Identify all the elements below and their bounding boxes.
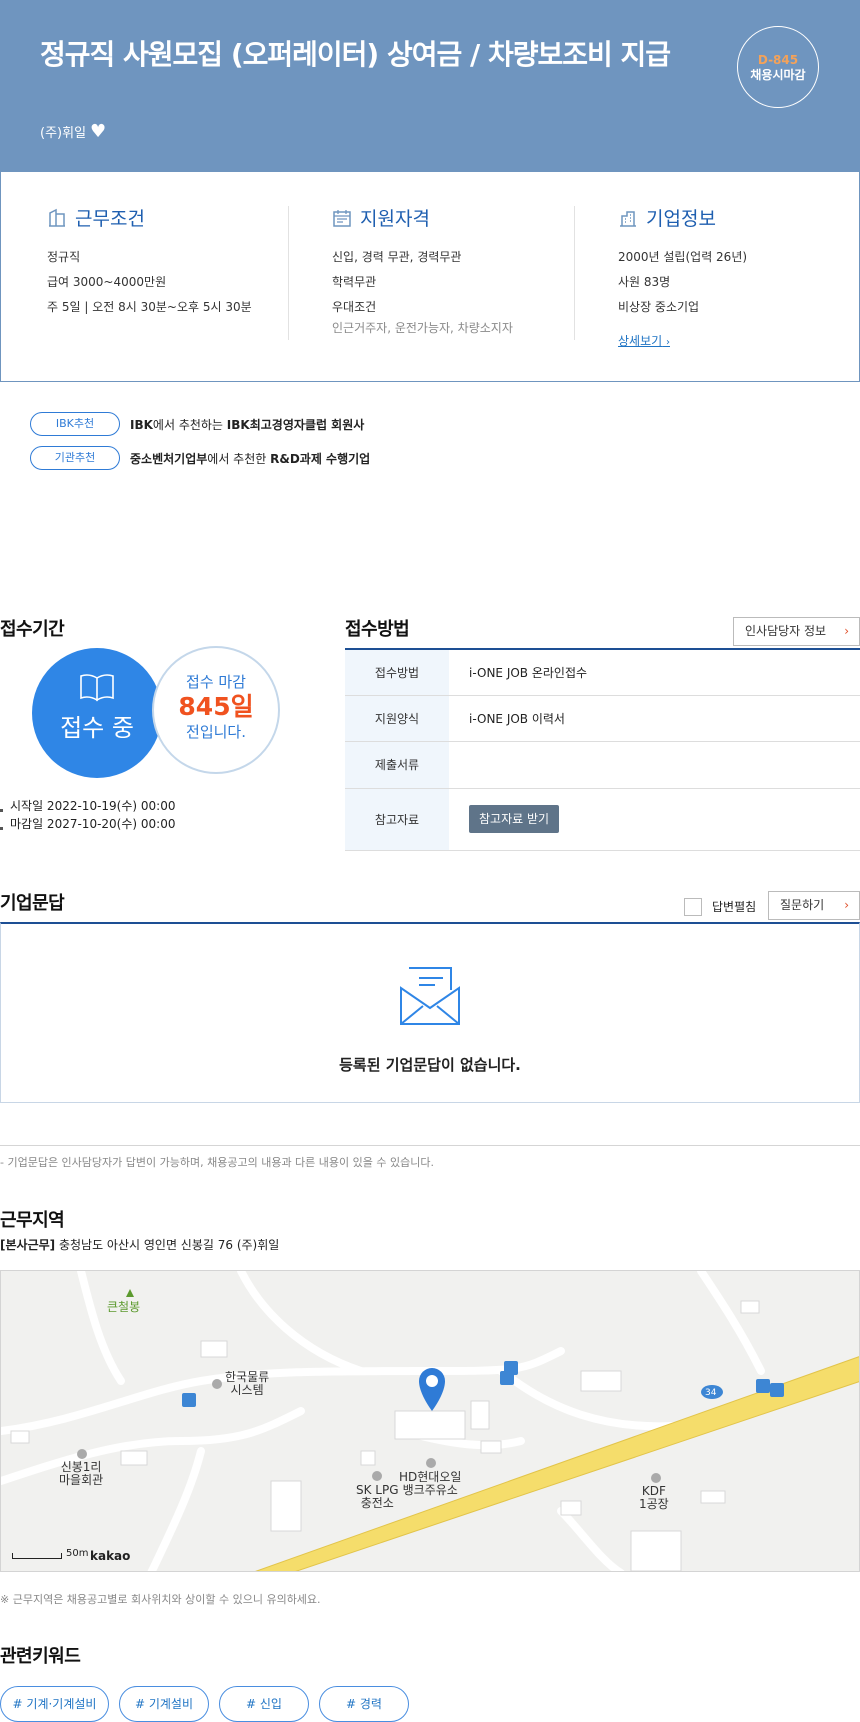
heart-icon[interactable]: ♥ <box>90 122 106 140</box>
calendar-icon <box>333 209 351 227</box>
map-label-peak: 큰철봉 <box>107 1300 141 1314</box>
map-provider: kakao <box>90 1549 131 1563</box>
company-name-row: (주)휘일 ♥ <box>40 122 106 141</box>
qualifications-label: 지원자격 <box>360 208 430 230</box>
divider <box>288 206 289 340</box>
book-icon <box>80 674 114 702</box>
divider <box>574 206 575 340</box>
deadline-days: 845일 <box>178 692 254 721</box>
keywords-title: 관련키워드 <box>0 1646 81 1667</box>
hr-info-button[interactable]: 인사담당자 정보 › <box>733 617 860 646</box>
company-founded: 2000년 설립(업력 26년) <box>618 250 748 264</box>
company-detail-link[interactable]: 상세보기 › <box>618 332 670 349</box>
map[interactable]: 큰철봉 한국물류 시스템 신봉1리 마을회관 HD현대오일 뱅크주유소 SK L… <box>0 1270 860 1572</box>
work-conditions-label: 근무조건 <box>75 208 145 230</box>
table-row: 참고자료 참고자료 받기 <box>345 788 860 851</box>
qa-empty-message: 등록된 기업문답이 없습니다. <box>339 1056 521 1074</box>
deadline-pre: 접수 마감 <box>186 673 246 691</box>
location-note: ※ 근무지역은 채용공고별로 회사위치와 상이할 수 있으니 유의하세요. <box>0 1593 321 1606</box>
office-icon <box>620 210 636 227</box>
map-label-lpg: SK LPG 충전소 <box>356 1483 399 1510</box>
work-conditions: 근무조건 정규직 급여 3000~4000만원 주 5일 | 오전 8시 30분… <box>47 204 297 320</box>
dday-count: D-845 <box>757 53 799 67</box>
deadline-circle: 접수 마감 845일 전입니다. <box>152 646 280 774</box>
keyword-tag[interactable]: # 기계설비 <box>119 1686 209 1722</box>
building-icon <box>49 208 65 227</box>
company-type: 비상장 중소기업 <box>618 300 700 314</box>
summary-box: 근무조건 정규직 급여 3000~4000만원 주 5일 | 오전 8시 30분… <box>0 172 860 382</box>
map-label-gas-station: HD현대오일 뱅크주유소 <box>399 1470 462 1497</box>
map-scale: 50m <box>12 1548 88 1559</box>
map-label-kdf: KDF 1공장 <box>639 1484 669 1511</box>
recommend-text: 중소벤처기업부에서 추천한 R&D과제 수행기업 <box>130 451 371 466</box>
company-info-title: 기업정보 <box>618 204 860 231</box>
method-title: 접수방법 <box>345 619 410 640</box>
qual-preference-label: 우대조건 <box>332 300 377 314</box>
map-roads <box>1 1271 859 1571</box>
qa-title: 기업문답 <box>0 893 65 914</box>
work-hours: 주 5일 | 오전 8시 30분~오후 5시 30분 <box>47 300 252 314</box>
work-conditions-title: 근무조건 <box>47 204 297 231</box>
keyword-tag[interactable]: # 기계·기계설비 <box>0 1686 109 1722</box>
recommend-row: 기관추천 중소벤처기업부에서 추천한 R&D과제 수행기업 <box>30 446 370 470</box>
chevron-right-icon: › <box>844 898 849 912</box>
expand-answers-checkbox[interactable] <box>684 898 702 916</box>
address: [본사근무] 충청남도 아산시 영인면 신봉길 76 (주)휘일 <box>0 1238 280 1252</box>
work-type: 정규직 <box>47 250 81 264</box>
method-table: 접수방법 i-ONE JOB 온라인접수 지원양식 i-ONE JOB 이력서 제출… <box>345 648 860 851</box>
job-header <box>0 0 860 172</box>
route-number: 34 <box>705 1388 717 1398</box>
dday-status: 채용시마감 <box>750 68 806 82</box>
recommend-row: IBK추천 IBK에서 추천하는 IBK최고경영자클럽 회원사 <box>30 412 364 436</box>
qual-education: 학력무관 <box>332 275 377 289</box>
company-info: 기업정보 2000년 설립(업력 26년) 사원 83명 비상장 중소기업 상세… <box>618 204 860 349</box>
dday-badge: D-845 채용시마감 <box>737 26 819 108</box>
expand-answers-label[interactable]: 답변펼침 <box>712 898 756 915</box>
recommend-tag: IBK추천 <box>30 412 120 436</box>
status-label: 접수 중 <box>60 714 134 742</box>
map-label-village: 신봉1리 마을회관 <box>59 1460 104 1487</box>
map-label-logistics: 한국물류 시스템 <box>225 1370 270 1397</box>
qualifications: 지원자격 신입, 경력 무관, 경력무관 학력무관 우대조건 인근거주자, 운전… <box>332 204 582 336</box>
chevron-right-icon: › <box>844 624 849 638</box>
table-row: 제출서류 <box>345 741 860 789</box>
recommend-text: IBK에서 추천하는 IBK최고경영자클럽 회원사 <box>130 417 365 432</box>
status-circle: 접수 중 <box>32 648 162 778</box>
company-employees: 사원 83명 <box>618 275 671 289</box>
keyword-tag[interactable]: # 경력 <box>319 1686 409 1722</box>
start-date: 시작일 2022-10-19(수) 00:00 <box>0 797 175 815</box>
job-title: 정규직 사원모집 (오퍼레이터) 상여금 / 차량보조비 지급 <box>40 38 671 71</box>
qualifications-title: 지원자격 <box>332 204 582 231</box>
company-name[interactable]: (주)휘일 <box>40 122 86 141</box>
mail-icon <box>400 967 460 1025</box>
table-row: 지원양식 i-ONE JOB 이력서 <box>345 695 860 742</box>
location-title: 근무지역 <box>0 1210 65 1231</box>
work-salary: 급여 3000~4000만원 <box>47 275 167 289</box>
table-row: 접수방법 i-ONE JOB 온라인접수 <box>345 649 860 696</box>
qual-preference: 인근거주자, 운전가능자, 차량소지자 <box>332 321 513 335</box>
qual-career: 신입, 경력 무관, 경력무관 <box>332 250 462 264</box>
recommend-tag: 기관추천 <box>30 446 120 470</box>
qa-note: - 기업문답은 인사담당자가 답변이 가능하며, 채용공고의 내용과 다른 내용… <box>0 1145 860 1170</box>
period-dates: 시작일 2022-10-19(수) 00:00 마감일 2027-10-20(수… <box>0 797 175 833</box>
company-info-label: 기업정보 <box>646 208 716 230</box>
keyword-tag[interactable]: # 신입 <box>219 1686 309 1722</box>
ask-question-button[interactable]: 질문하기 › <box>768 891 860 920</box>
reference-download-button[interactable]: 참고자료 받기 <box>469 805 560 833</box>
keyword-list: # 기계·기계설비 # 기계설비 # 신입 # 경력 <box>0 1686 409 1722</box>
end-date: 마감일 2027-10-20(수) 00:00 <box>0 815 175 833</box>
deadline-post: 전입니다. <box>186 723 246 741</box>
period-title: 접수기간 <box>0 619 65 640</box>
qa-box: 등록된 기업문답이 없습니다. <box>0 922 860 1103</box>
